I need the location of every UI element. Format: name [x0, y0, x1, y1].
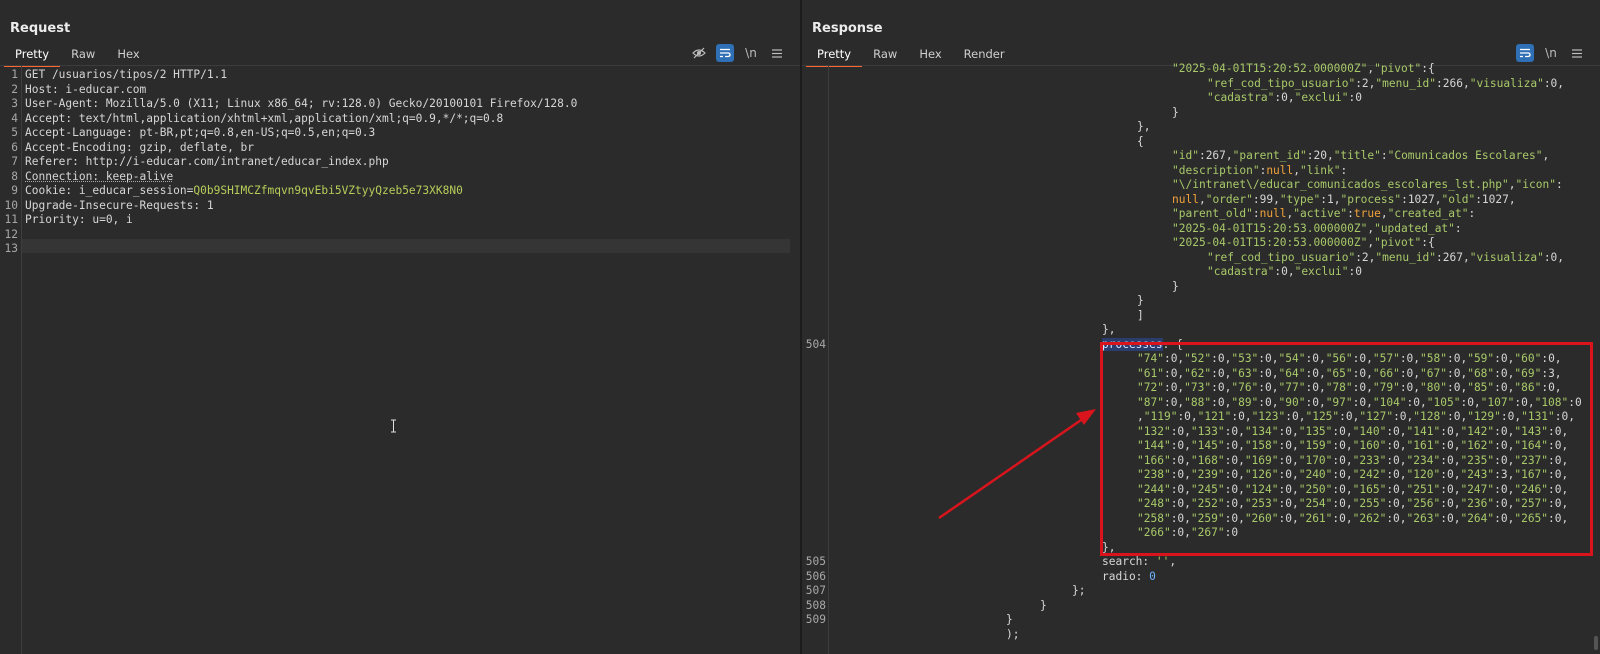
- code-line: ]: [1137, 308, 1144, 322]
- code-line: }: [1137, 294, 1144, 307]
- code-line: 509}: [805, 613, 1013, 626]
- code-line: "id":267,"parent_id":20,"title":"Comunic…: [1172, 149, 1550, 162]
- code-line: 508}: [805, 598, 1047, 612]
- request-tabs: Pretty Raw Hex: [4, 44, 151, 67]
- code-line: 12: [4, 227, 18, 241]
- code-line: 11 Priority: u=0, i: [4, 213, 133, 226]
- tab-hex[interactable]: Hex: [106, 44, 150, 65]
- code-line: 13: [4, 242, 18, 255]
- code-line: 505 search: '',: [805, 555, 1177, 568]
- request-editor[interactable]: 1 GET /usuarios/tipos/2 HTTP/1.1 2 Host: i…: [0, 66, 800, 654]
- code-line: 10 Upgrade-Insecure-Requests: 1: [4, 198, 214, 212]
- code-line: "description":null,"link":: [1172, 163, 1348, 177]
- code-line: "parent_old":null,"active":true,"created…: [1172, 207, 1476, 220]
- scrollbar-thumb[interactable]: [1594, 636, 1598, 650]
- code-line: 2 Host: i-educar.com: [11, 82, 147, 96]
- code-line: "\/intranet\/educar_comunicados_escolare…: [1172, 178, 1563, 191]
- menu-icon[interactable]: [1568, 44, 1586, 62]
- code-line: },: [1137, 120, 1151, 133]
- session-cookie-value: Q0b9SHIMCZfmqvn9qvEbi5VZtyyQzeb5e73XK8N0: [193, 184, 463, 197]
- response-toolbar: \n: [1508, 44, 1586, 62]
- tab-pretty[interactable]: Pretty: [4, 44, 61, 67]
- request-pane: Request Pretty Raw Hex \n 1 GET /usuarios…: [0, 0, 800, 654]
- code-line: "2025-04-01T15:20:52.000000Z","pivot":{: [1172, 62, 1435, 75]
- code-line: );: [1006, 627, 1020, 641]
- code-line-cookie: 9 Cookie: i_educar_session=Q0b9SHIMCZfmqv…: [11, 184, 463, 197]
- wrap-icon[interactable]: [716, 44, 734, 62]
- code-line: "2025-04-01T15:20:53.000000Z","updated_a…: [1172, 221, 1462, 235]
- code-line: 6 Accept-Encoding: gzip, deflate, br: [11, 140, 255, 154]
- code-line: "cadastra":0,"exclui":0: [1207, 265, 1362, 278]
- code-line: null,"order":99,"type":1,"process":1027,…: [1172, 192, 1516, 206]
- code-line: 507};: [805, 584, 1086, 597]
- request-toolbar: \n: [682, 44, 786, 62]
- code-line: 5 Accept-Language: pt-BR,pt;q=0.8,en-US;q…: [11, 126, 376, 139]
- code-line: 8 Connection: keep-alive: [11, 169, 174, 183]
- text-cursor-icon: [391, 419, 396, 433]
- code-line: }: [1172, 105, 1179, 119]
- code-line: 4 Accept: text/html,application/xhtml+xml…: [11, 111, 504, 125]
- wrap-icon[interactable]: [1516, 44, 1534, 62]
- annotation-highlight-box: [1100, 342, 1593, 556]
- code-line: 1 GET /usuarios/tipos/2 HTTP/1.1: [11, 68, 228, 81]
- response-title: Response: [812, 21, 883, 36]
- code-line: "cadastra":0,"exclui":0: [1207, 91, 1362, 104]
- code-line: }: [1172, 279, 1179, 293]
- newline-toggle[interactable]: \n: [742, 44, 760, 62]
- code-line: "ref_cod_tipo_usuario":2,"menu_id":267,"…: [1207, 250, 1565, 264]
- code-line: 7 Referer: http://i-educar.com/intranet/e…: [11, 155, 389, 168]
- tab-raw[interactable]: Raw: [60, 44, 106, 65]
- newline-toggle[interactable]: \n: [1542, 44, 1560, 62]
- menu-icon[interactable]: [768, 44, 786, 62]
- code-line: "ref_cod_tipo_usuario":2,"menu_id":266,"…: [1207, 76, 1565, 90]
- code-line: {: [1137, 134, 1144, 148]
- eye-off-icon[interactable]: [690, 44, 708, 62]
- code-line: 3 User-Agent: Mozilla/5.0 (X11; Linux x86…: [11, 97, 578, 110]
- code-line: 506 radio: 0: [805, 569, 1156, 583]
- code-line: "2025-04-01T15:20:53.000000Z","pivot":{: [1172, 236, 1435, 249]
- code-line: },: [1102, 323, 1116, 336]
- request-title: Request: [10, 21, 71, 36]
